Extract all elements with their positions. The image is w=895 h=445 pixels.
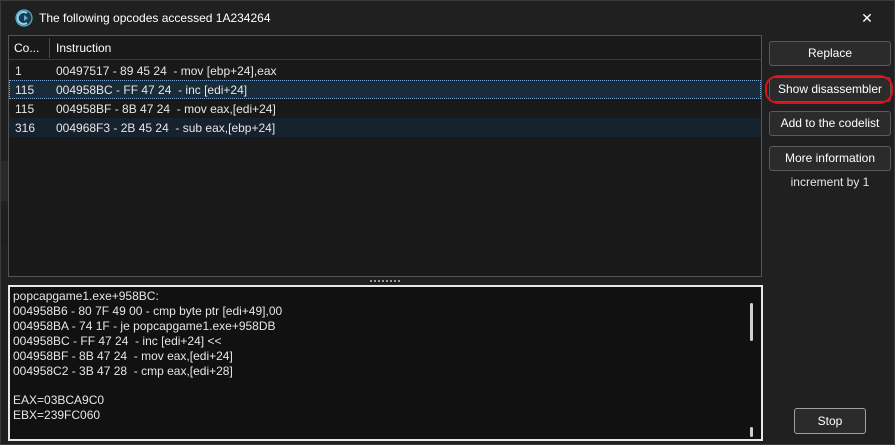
column-header-instruction[interactable]: Instruction: [56, 41, 111, 55]
vertical-scrollbar[interactable]: [750, 303, 753, 341]
row-count: 1: [15, 64, 22, 78]
disassembly-line: popcapgame1.exe+958BC:: [13, 289, 159, 303]
vertical-scrollbar-thumb[interactable]: [750, 427, 753, 437]
disassembly-line: 004958BC - FF 47 24 - inc [edi+24] <<: [13, 334, 222, 348]
disassembly-line: 004958C2 - 3B 47 28 - cmp eax,[edi+28]: [13, 364, 233, 378]
row-instruction: 004968F3 - 2B 45 24 - sub eax,[ebp+24]: [56, 121, 276, 135]
register-line: EAX=03BCA9C0: [13, 393, 105, 407]
grip-icon: [370, 280, 400, 282]
column-separator[interactable]: [49, 38, 50, 58]
table-row[interactable]: 316 004968F3 - 2B 45 24 - sub eax,[ebp+2…: [9, 118, 761, 137]
disassembly-line: 004958BF - 8B 47 24 - mov eax,[edi+24]: [13, 349, 233, 363]
row-instruction: 004958BF - 8B 47 24 - mov eax,[edi+24]: [56, 102, 276, 116]
info-description: increment by 1: [790, 175, 870, 189]
list-header: Co... Instruction: [9, 36, 761, 60]
table-row[interactable]: 115 004958BC - FF 47 24 - inc [edi+24]: [9, 80, 761, 99]
disassembly-line: 004958BA - 74 1F - je popcapgame1.exe+95…: [13, 319, 276, 333]
row-count: 316: [15, 121, 36, 135]
disassembly-panel[interactable]: popcapgame1.exe+958BC: 004958B6 - 80 7F …: [8, 285, 763, 441]
cheat-engine-icon: [15, 9, 33, 27]
more-information-button[interactable]: More information: [769, 146, 891, 171]
add-to-codelist-button[interactable]: Add to the codelist: [769, 111, 891, 136]
window-title: The following opcodes accessed 1A234264: [39, 11, 271, 25]
close-icon[interactable]: ✕: [856, 7, 878, 29]
row-instruction: 004958BC - FF 47 24 - inc [edi+24]: [56, 83, 248, 97]
background-window-edge: [1, 161, 8, 201]
disassembly-line: 004958B6 - 80 7F 49 00 - cmp byte ptr [e…: [13, 304, 283, 318]
opcode-access-window: The following opcodes accessed 1A234264 …: [0, 0, 895, 445]
table-row[interactable]: 115 004958BF - 8B 47 24 - mov eax,[edi+2…: [9, 99, 761, 118]
stop-button[interactable]: Stop: [794, 408, 866, 434]
table-row[interactable]: 1 00497517 - 89 45 24 - mov [ebp+24],eax: [9, 61, 761, 80]
row-count: 115: [15, 83, 35, 97]
row-count: 115: [15, 102, 35, 116]
opcode-list[interactable]: Co... Instruction 1 00497517 - 89 45 24 …: [8, 35, 762, 277]
title-bar[interactable]: The following opcodes accessed 1A234264 …: [1, 1, 894, 35]
column-header-count[interactable]: Co...: [14, 41, 39, 55]
register-line: EBX=239FC060: [13, 408, 101, 422]
background-window-edge: [1, 206, 8, 246]
show-disassembler-button[interactable]: Show disassembler: [769, 77, 891, 102]
replace-button[interactable]: Replace: [769, 41, 891, 66]
panel-splitter[interactable]: [8, 277, 762, 285]
row-instruction: 00497517 - 89 45 24 - mov [ebp+24],eax: [56, 64, 277, 78]
